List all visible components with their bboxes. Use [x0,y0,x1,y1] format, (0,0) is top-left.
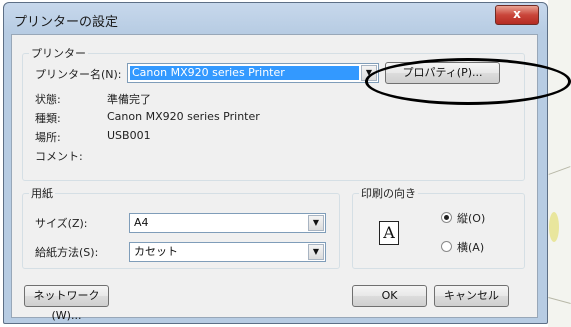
paper-group: 用紙 サイズ(Z): A4 ▼ 給紙方法(S): カセット ▼ [22,185,340,269]
close-icon: x [513,7,521,21]
paper-size-label: サイズ(Z): [35,217,88,230]
type-value: Canon MX920 series Printer [107,110,260,123]
printer-group: プリンター プリンター名(N): Canon MX920 series Prin… [22,45,525,181]
type-label: 種類: [35,112,61,125]
orientation-letter: A [383,223,395,242]
background-window [548,0,571,327]
landscape-radio[interactable] [441,241,452,252]
landscape-label[interactable]: 横(A) [457,239,484,255]
comment-label: コメント: [35,150,83,163]
location-label: 場所: [35,131,61,144]
chevron-down-icon[interactable]: ▼ [308,215,324,231]
chevron-down-icon[interactable]: ▼ [308,244,324,260]
ok-button[interactable]: OK [352,285,427,307]
cancel-button[interactable]: キャンセル [434,285,509,307]
printer-name-select[interactable]: Canon MX920 series Printer ▼ [127,63,379,83]
portrait-radio[interactable] [441,212,452,223]
paper-source-select[interactable]: カセット ▼ [129,242,326,262]
page-orientation-icon: A [379,221,399,245]
paper-size-value: A4 [134,216,149,229]
portrait-label[interactable]: 縦(O) [457,210,485,226]
properties-button[interactable]: プロパティ(P)... [385,62,500,84]
dialog-title: プリンターの設定 [14,15,119,30]
printer-name-value: Canon MX920 series Printer [130,66,359,80]
chevron-down-icon[interactable]: ▼ [361,65,377,81]
paper-source-label: 給紙方法(S): [35,246,99,259]
printer-setup-dialog: プリンターの設定 x プリンター プリンター名(N): Canon MX920 … [3,2,548,324]
close-button[interactable]: x [495,5,539,25]
printer-group-label: プリンター [29,45,88,61]
background-decoration [549,212,559,242]
orientation-group-label: 印刷の向き [359,185,418,201]
paper-size-select[interactable]: A4 ▼ [129,213,326,233]
location-value: USB001 [107,129,151,142]
status-label: 状態: [35,93,61,106]
status-value: 準備完了 [107,93,151,106]
paper-group-label: 用紙 [29,185,55,201]
title-bar: プリンターの設定 x [4,3,547,33]
orientation-group: 印刷の向き A 縦(O) 横(A) [352,185,525,269]
printer-name-label: プリンター名(N): [35,68,122,81]
network-button[interactable]: ネットワーク(W)... [24,285,109,322]
dialog-client-area: プリンター プリンター名(N): Canon MX920 series Prin… [11,34,538,322]
paper-source-value: カセット [134,245,178,258]
